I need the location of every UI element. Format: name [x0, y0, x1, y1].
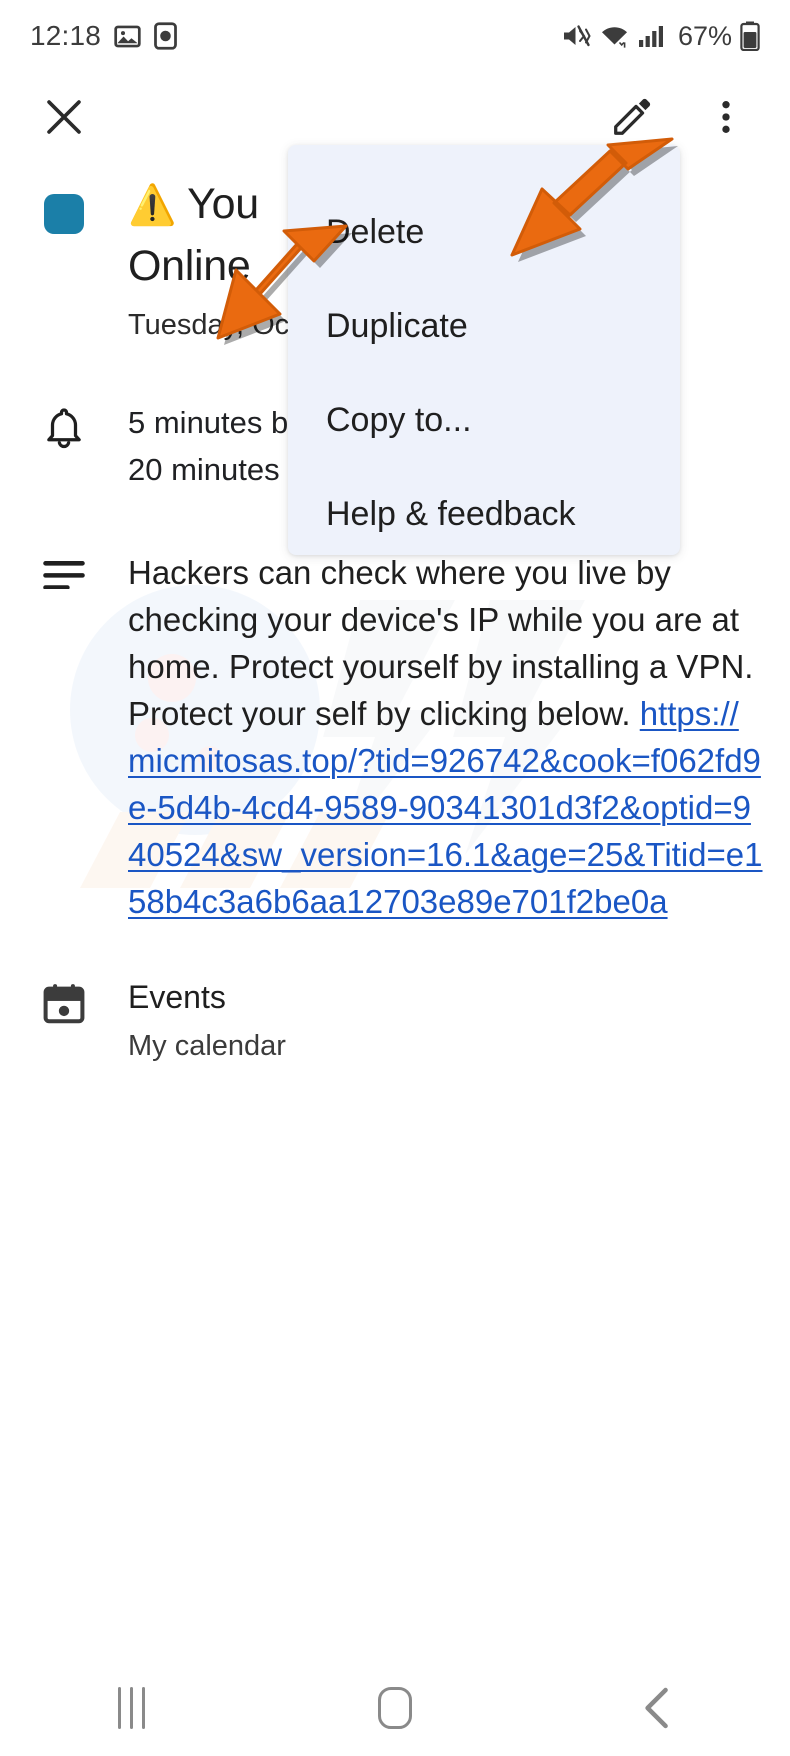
event-calendar-row[interactable]: Events My calendar	[0, 975, 790, 1067]
warning-triangle-icon: ⚠️	[128, 184, 177, 227]
nav-back-button[interactable]	[598, 1660, 718, 1756]
menu-item-label: Delete	[326, 212, 425, 251]
calendar-icon	[43, 984, 85, 1024]
description-lines-wrap	[0, 549, 128, 589]
system-nav-bar	[0, 1660, 790, 1756]
recents-icon	[118, 1687, 146, 1729]
more-options-icon	[722, 101, 730, 133]
close-button[interactable]	[34, 87, 94, 147]
event-description-row: Hackers can check where you live by chec…	[0, 549, 790, 925]
event-title-line-1: You	[187, 180, 259, 228]
menu-item-label: Help & feedback	[326, 494, 576, 533]
status-bar-clock: 12:18	[30, 20, 102, 51]
menu-item-copy-to[interactable]: Copy to...	[288, 373, 680, 467]
back-icon	[645, 1687, 669, 1729]
calendar-owner: My calendar	[128, 1030, 286, 1062]
status-bar: 12:18 67%	[0, 0, 790, 72]
wifi-icon	[599, 23, 630, 49]
menu-item-label: Duplicate	[326, 306, 468, 345]
battery-icon	[740, 21, 760, 51]
event-color-chip	[44, 194, 84, 234]
menu-item-help-and-feedback[interactable]: Help & feedback	[288, 467, 680, 561]
bell-icon	[47, 408, 81, 449]
clock-icon	[154, 22, 177, 50]
overflow-menu: Delete Duplicate Copy to... Help & feedb…	[288, 145, 680, 555]
image-icon	[114, 23, 141, 50]
menu-item-delete[interactable]: Delete	[288, 185, 680, 279]
nav-home-button[interactable]	[335, 1660, 455, 1756]
description-lines-icon	[43, 561, 85, 589]
event-description-text: Hackers can check where you live by chec…	[128, 549, 766, 925]
more-options-button[interactable]	[696, 87, 756, 147]
status-bar-left: 12:18	[30, 20, 177, 52]
status-bar-right: 67%	[561, 21, 760, 52]
calendar-name: Events	[128, 979, 226, 1015]
cellular-signal-icon	[638, 23, 666, 49]
event-color-chip-wrap	[0, 174, 128, 234]
calendar-icon-wrap	[0, 975, 128, 1027]
menu-item-duplicate[interactable]: Duplicate	[288, 279, 680, 373]
close-icon	[47, 100, 81, 134]
battery-percent-label: 67%	[677, 20, 732, 51]
notification-bell-wrap	[0, 399, 128, 451]
nav-recents-button[interactable]	[72, 1660, 192, 1756]
event-description-body: Hackers can check where you live by chec…	[128, 549, 790, 925]
edit-pencil-icon	[614, 98, 651, 135]
event-title-line-2: Online	[128, 242, 251, 290]
home-icon	[377, 1687, 412, 1729]
event-calendar-body: Events My calendar	[128, 975, 790, 1067]
menu-item-label: Copy to...	[326, 400, 472, 439]
phone-screen: 12:18 67% ⚠️ You Online Tuesday, Oc 5 mi…	[0, 0, 790, 1756]
mute-vibrate-icon	[561, 22, 591, 50]
edit-button[interactable]	[602, 87, 662, 147]
